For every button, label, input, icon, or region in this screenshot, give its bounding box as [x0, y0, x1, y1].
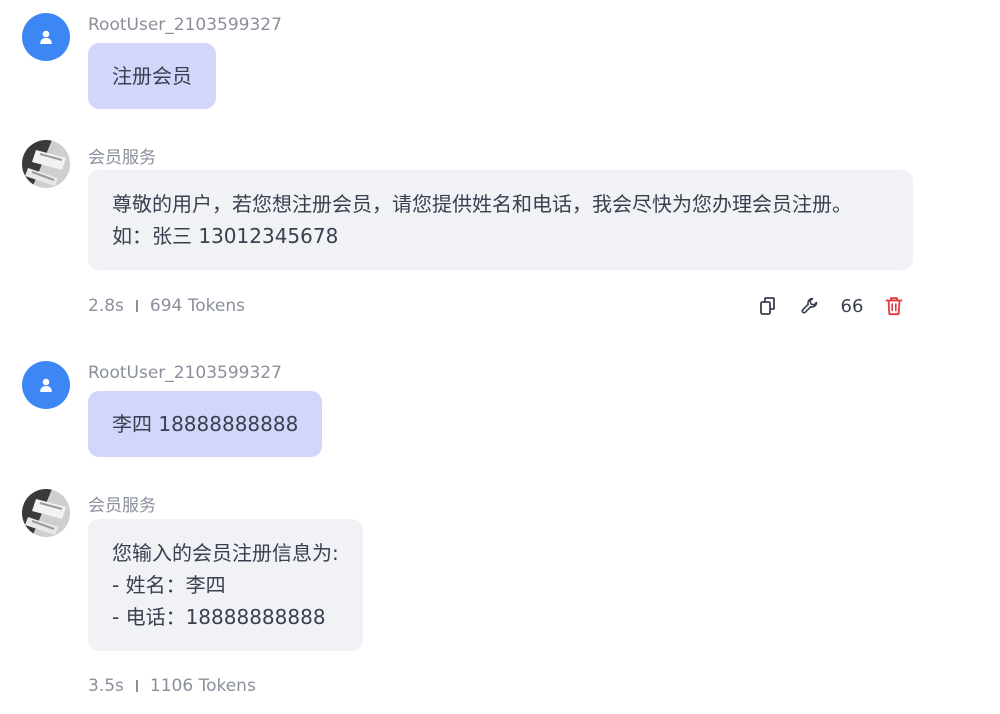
bot-avatar-image [22, 489, 70, 537]
message-text: 李四 18888888888 [112, 412, 299, 436]
bot-message-bubble: 您输入的会员注册信息为: - 姓名：李四 - 电话：18888888888 [88, 519, 363, 651]
message-text: 注册会员 [112, 64, 192, 88]
meta-divider [135, 300, 138, 312]
response-time: 3.5s [88, 676, 124, 696]
message-text: 尊敬的用户，若您想注册会员，请您提供姓名和电话，我会尽快为您办理会员注册。 [112, 192, 852, 216]
message-text: 如：张三 13012345678 [112, 224, 339, 248]
bot-avatar [22, 489, 70, 537]
sender-name: RootUser_2103599327 [88, 15, 282, 35]
quote-icon: 66 [840, 295, 864, 317]
wrench-button[interactable] [798, 294, 822, 318]
message-meta: 3.5s 1106 Tokens [88, 676, 256, 696]
bot-avatar [22, 140, 70, 188]
person-icon [40, 30, 52, 44]
token-count: 694 Tokens [149, 296, 245, 316]
chat-conversation: RootUser_2103599327 注册会员 会员服务 尊敬的用户，若您想注… [0, 0, 1000, 714]
copy-icon [760, 297, 775, 315]
sender-name: RootUser_2103599327 [88, 363, 282, 383]
trash-icon [885, 297, 903, 316]
wrench-icon [801, 297, 818, 314]
meta-divider [135, 680, 138, 692]
user-message-bubble: 注册会员 [88, 43, 216, 109]
copy-button[interactable] [756, 294, 780, 318]
message-actions: 66 [756, 294, 906, 318]
bot-message-bubble: 尊敬的用户，若您想注册会员，请您提供姓名和电话，我会尽快为您办理会员注册。 如：… [88, 170, 913, 270]
user-avatar [22, 13, 70, 61]
person-icon [40, 378, 52, 392]
bot-avatar-image [22, 140, 70, 188]
quote-button[interactable]: 66 [840, 294, 864, 318]
user-avatar [22, 361, 70, 409]
response-time: 2.8s [88, 296, 124, 316]
token-count: 1106 Tokens [149, 676, 256, 696]
delete-button[interactable] [882, 294, 906, 318]
sender-name: 会员服务 [88, 496, 156, 516]
sender-name: 会员服务 [88, 148, 156, 168]
message-text: 您输入的会员注册信息为: [112, 541, 339, 565]
message-text: - 电话：18888888888 [112, 605, 326, 629]
message-meta: 2.8s 694 Tokens [88, 296, 245, 316]
message-text: - 姓名：李四 [112, 573, 226, 597]
user-message-bubble: 李四 18888888888 [88, 391, 323, 457]
